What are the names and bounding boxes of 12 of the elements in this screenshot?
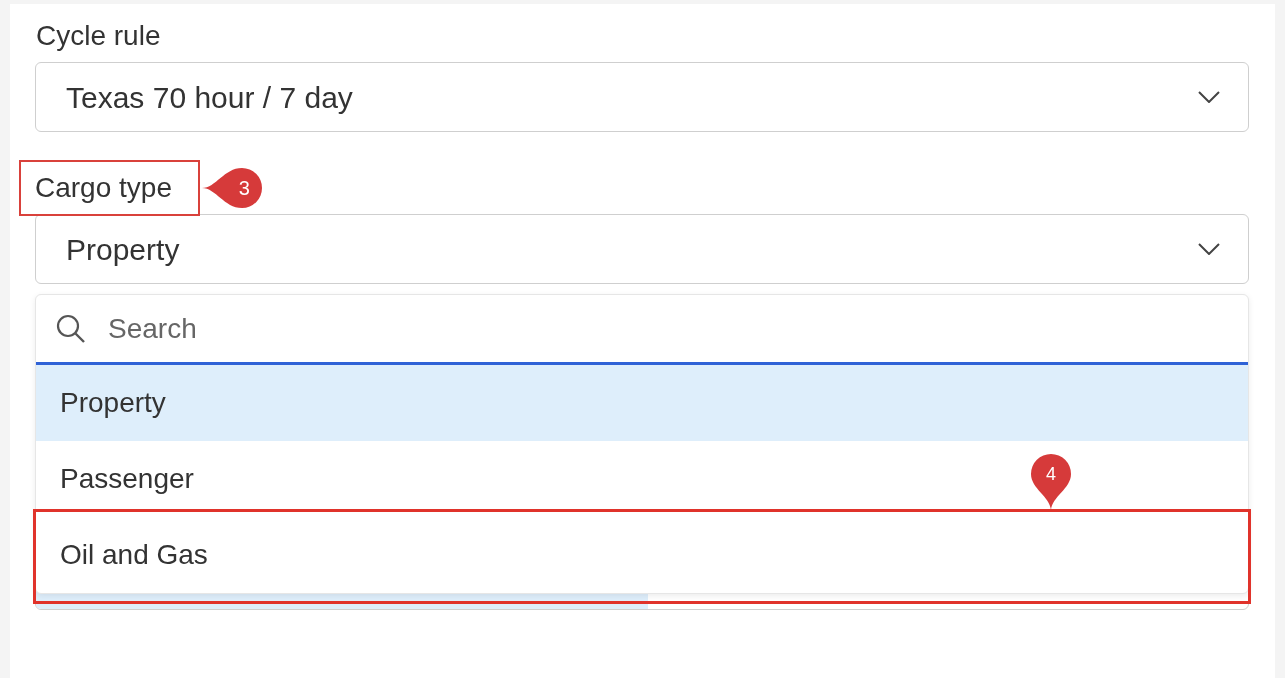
dropdown-option[interactable]: Property — [60, 382, 166, 424]
chevron-down-icon — [1198, 91, 1220, 103]
chevron-down-icon — [1198, 243, 1220, 255]
dropdown-option[interactable]: Oil and Gas — [60, 534, 208, 576]
callout-badge: 4 — [1030, 453, 1072, 511]
highlighted-label: Cargo type — [19, 160, 200, 216]
select-dropdown[interactable]: Texas 70 hour / 7 day — [35, 62, 1249, 132]
select-dropdown[interactable]: Property — [35, 214, 1249, 284]
dropdown-option[interactable]: Passenger — [60, 458, 194, 500]
search-field[interactable]: Search — [108, 307, 1232, 350]
search-icon — [56, 313, 86, 344]
field-label: Cycle rule — [35, 19, 162, 53]
